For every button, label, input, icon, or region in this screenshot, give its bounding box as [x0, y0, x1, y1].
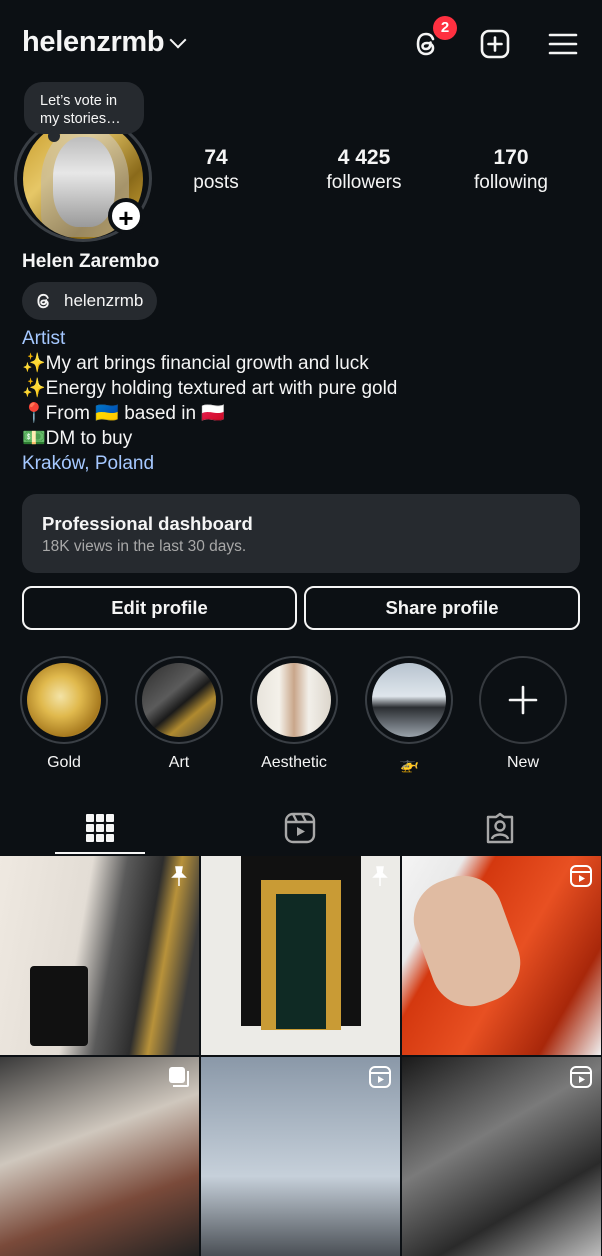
reel-icon: [369, 1066, 391, 1088]
highlight-helicopter[interactable]: 🚁: [364, 656, 454, 774]
highlight-label: 🚁: [399, 756, 419, 773]
menu-icon[interactable]: [547, 28, 579, 60]
notification-badge: 2: [433, 16, 457, 40]
location-link[interactable]: Kraków, Poland: [22, 451, 397, 476]
post-tile[interactable]: [402, 856, 601, 1055]
new-highlight-button[interactable]: New: [478, 656, 568, 772]
stat-label: following: [474, 172, 548, 193]
highlight-label: New: [506, 754, 539, 771]
stat-label: followers: [326, 172, 402, 193]
highlight-label: Art: [168, 754, 190, 771]
pin-icon: [372, 866, 388, 886]
dashboard-title: Professional dashboard: [42, 513, 253, 534]
create-post-icon[interactable]: [479, 28, 511, 60]
carousel-icon: [169, 1067, 189, 1087]
profile-category[interactable]: Artist: [22, 326, 397, 351]
note-text: Let’s vote in my stories…: [40, 93, 121, 127]
stat-value: 74: [204, 146, 228, 169]
post-tile[interactable]: [201, 856, 400, 1055]
grid-icon: [86, 814, 114, 842]
username: helenzrmb: [22, 26, 165, 58]
add-story-icon[interactable]: +: [108, 198, 144, 234]
tab-reels[interactable]: [200, 800, 400, 856]
stat-value: 170: [493, 146, 529, 169]
threads-profile-link[interactable]: helenzrmb: [22, 282, 158, 320]
active-tab-indicator: [55, 852, 145, 854]
highlight-cover: [142, 663, 216, 737]
reel-icon: [570, 1066, 592, 1088]
highlight-aesthetic[interactable]: Aesthetic: [249, 656, 339, 772]
post-tile[interactable]: [201, 1057, 400, 1256]
stat-value: 4 425: [337, 146, 391, 169]
bio-line: ✨Energy holding textured art with pure g…: [22, 378, 398, 399]
full-name: Helen Zarembo: [22, 251, 160, 272]
posts-count[interactable]: 74 posts: [176, 146, 256, 194]
edit-profile-button[interactable]: Edit profile: [22, 586, 297, 630]
bio: Artist ✨My art brings financial growth a…: [22, 326, 397, 476]
tagged-icon: [486, 812, 514, 844]
bio-line: ✨My art brings financial growth and luck: [22, 353, 369, 374]
account-switcher[interactable]: helenzrmb: [22, 26, 187, 59]
stat-label: posts: [193, 172, 239, 193]
chevron-down-icon: [169, 31, 187, 48]
highlight-cover: [372, 663, 446, 737]
reel-icon: [570, 865, 592, 887]
highlight-gold[interactable]: Gold: [19, 656, 109, 772]
professional-dashboard[interactable]: Professional dashboard 18K views in the …: [22, 494, 580, 573]
share-profile-button[interactable]: Share profile: [304, 586, 580, 630]
threads-icon: [37, 293, 49, 309]
followers-count[interactable]: 4 425 followers: [310, 146, 418, 194]
reels-icon: [284, 812, 316, 844]
highlight-art[interactable]: Art: [134, 656, 224, 772]
pin-icon: [171, 866, 187, 886]
highlight-cover: [257, 663, 331, 737]
post-tile[interactable]: [0, 856, 199, 1055]
threads-handle: helenzrmb: [64, 291, 144, 310]
tab-tagged[interactable]: [400, 800, 600, 856]
post-tile[interactable]: [402, 1057, 601, 1256]
highlight-cover: [27, 663, 101, 737]
tab-posts-grid[interactable]: [0, 800, 200, 856]
plus-icon: [508, 685, 538, 715]
dashboard-subtitle: 18K views in the last 30 days.: [42, 538, 247, 555]
highlight-label: Aesthetic: [261, 754, 327, 771]
following-count[interactable]: 170 following: [464, 146, 558, 194]
highlight-label: Gold: [47, 754, 81, 771]
post-tile[interactable]: [0, 1057, 199, 1256]
bio-line: 📍From 🇺🇦 based in 🇵🇱: [22, 403, 225, 424]
bio-line: 💵DM to buy: [22, 428, 133, 449]
profile-note[interactable]: Let’s vote in my stories…: [24, 82, 144, 142]
